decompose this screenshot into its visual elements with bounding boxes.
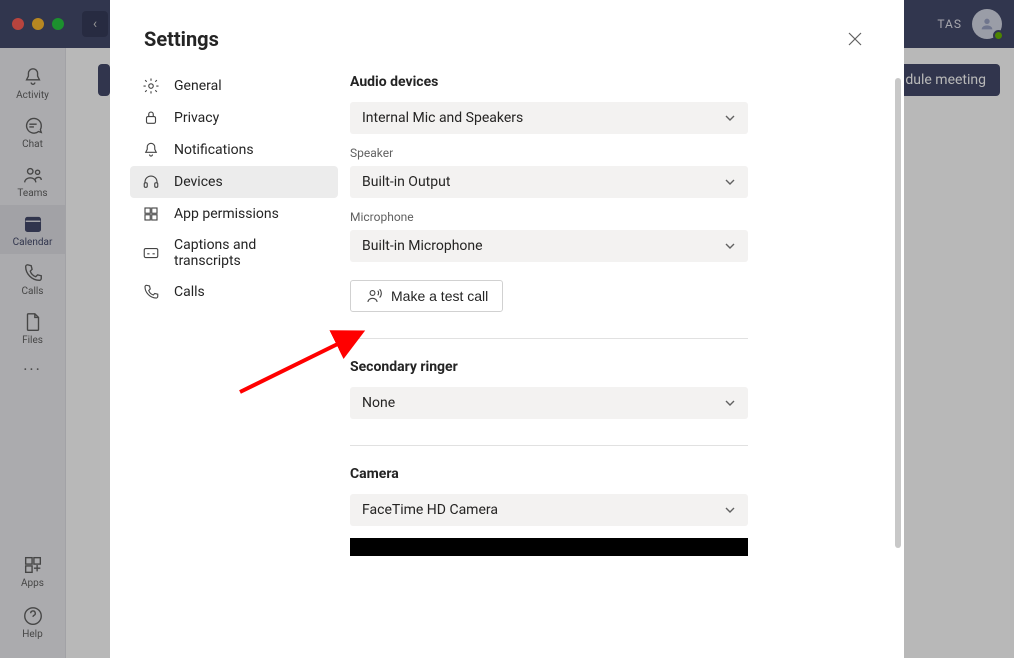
category-captions[interactable]: Captions and transcripts [130, 230, 338, 276]
speaker-select[interactable]: Built-in Output [350, 166, 748, 198]
secondary-ringer-select[interactable]: None [350, 387, 748, 419]
gear-icon [142, 77, 160, 95]
select-value: FaceTime HD Camera [362, 502, 498, 518]
select-value: Built-in Microphone [362, 238, 483, 254]
panel-scrollbar[interactable] [895, 48, 901, 608]
category-privacy[interactable]: Privacy [130, 102, 338, 134]
category-app-permissions[interactable]: App permissions [130, 198, 338, 230]
settings-title: Settings [144, 27, 219, 51]
audio-device-select[interactable]: Internal Mic and Speakers [350, 102, 748, 134]
chevron-down-icon [724, 176, 736, 188]
settings-category-list: General Privacy Notifications Devices Ap… [126, 62, 342, 658]
microphone-select[interactable]: Built-in Microphone [350, 230, 748, 262]
category-notifications[interactable]: Notifications [130, 134, 338, 166]
microphone-label: Microphone [350, 210, 864, 224]
divider [350, 338, 748, 339]
phone-icon [142, 283, 160, 301]
redacted-area [350, 538, 748, 556]
person-voice-icon [365, 287, 383, 305]
select-value: Built-in Output [362, 174, 450, 190]
make-test-call-label: Make a test call [391, 288, 488, 304]
category-label: General [174, 78, 222, 94]
headset-icon [142, 173, 160, 191]
make-test-call-button[interactable]: Make a test call [350, 280, 503, 312]
chevron-down-icon [724, 397, 736, 409]
secondary-ringer-heading: Secondary ringer [350, 359, 864, 375]
category-label: Calls [174, 284, 205, 300]
divider [350, 445, 748, 446]
category-calls[interactable]: Calls [130, 276, 338, 308]
category-label: App permissions [174, 206, 279, 222]
category-label: Privacy [174, 110, 219, 126]
chevron-down-icon [724, 504, 736, 516]
category-label: Captions and transcripts [174, 237, 326, 269]
chevron-down-icon [724, 112, 736, 124]
category-general[interactable]: General [130, 70, 338, 102]
close-button[interactable] [840, 24, 870, 54]
camera-select[interactable]: FaceTime HD Camera [350, 494, 748, 526]
lock-icon [142, 109, 160, 127]
captions-icon [142, 244, 160, 262]
bell-icon [142, 141, 160, 159]
scrollbar-thumb[interactable] [895, 78, 901, 548]
select-value: Internal Mic and Speakers [362, 110, 523, 126]
speaker-label: Speaker [350, 146, 864, 160]
camera-heading: Camera [350, 466, 864, 482]
category-devices[interactable]: Devices [130, 166, 338, 198]
settings-dialog: Settings General Privacy Notifications D… [110, 0, 904, 658]
select-value: None [362, 395, 395, 411]
category-label: Notifications [174, 142, 254, 158]
category-label: Devices [174, 174, 223, 190]
devices-panel: Audio devices Internal Mic and Speakers … [342, 62, 904, 658]
close-icon [848, 32, 862, 46]
audio-devices-heading: Audio devices [350, 74, 864, 90]
grid-icon [142, 205, 160, 223]
chevron-down-icon [724, 240, 736, 252]
